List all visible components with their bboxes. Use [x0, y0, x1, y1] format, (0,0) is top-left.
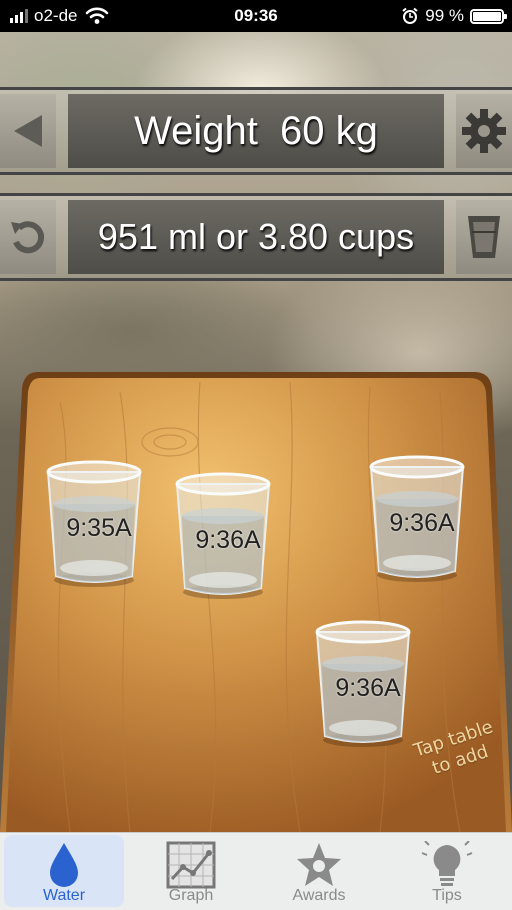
tab-label: Water	[42, 887, 86, 904]
cup-icon	[468, 216, 500, 258]
battery-percent: 99 %	[425, 6, 464, 25]
star-icon	[297, 843, 341, 886]
tab-graph[interactable]: Graph	[131, 835, 251, 907]
glass-time: 9:36A	[335, 674, 401, 702]
triangle-left-icon	[14, 115, 42, 147]
cup-size-button[interactable]	[456, 200, 512, 274]
lightbulb-icon	[421, 841, 473, 886]
settings-button[interactable]	[456, 94, 512, 168]
graph-icon	[166, 841, 216, 889]
undo-icon	[11, 221, 45, 254]
weight-bar: Weight 60 kg	[0, 87, 512, 175]
water-glass[interactable]: 9:35A	[44, 458, 142, 588]
intake-display: 951 ml or 3.80 cups	[68, 200, 444, 274]
tab-awards[interactable]: Awards	[259, 835, 379, 907]
tab-water[interactable]: Water	[4, 835, 124, 907]
tab-label: Awards	[292, 887, 346, 904]
water-drop-icon	[50, 843, 78, 887]
previous-button[interactable]	[0, 94, 56, 168]
water-glass[interactable]: 9:36A	[367, 453, 465, 583]
undo-button[interactable]	[0, 200, 56, 274]
battery-icon	[470, 8, 507, 24]
glass-time: 9:35A	[66, 514, 132, 542]
intake-bar: 951 ml or 3.80 cups	[0, 193, 512, 281]
tab-bar: Water Graph Awards Tips	[0, 832, 512, 910]
weight-display[interactable]: Weight 60 kg	[68, 94, 444, 168]
gear-icon	[462, 109, 506, 153]
water-glass[interactable]: 9:36A	[173, 470, 271, 600]
tab-label: Tips	[432, 887, 462, 904]
glass-time: 9:36A	[389, 509, 455, 537]
tab-label: Graph	[168, 887, 214, 904]
tab-tips[interactable]: Tips	[387, 835, 507, 907]
alarm-icon	[402, 7, 418, 24]
status-bar: o2-de 09:36 99 %	[0, 0, 512, 32]
water-glass[interactable]: 9:36A	[313, 618, 411, 748]
glass-time: 9:36A	[195, 526, 261, 554]
